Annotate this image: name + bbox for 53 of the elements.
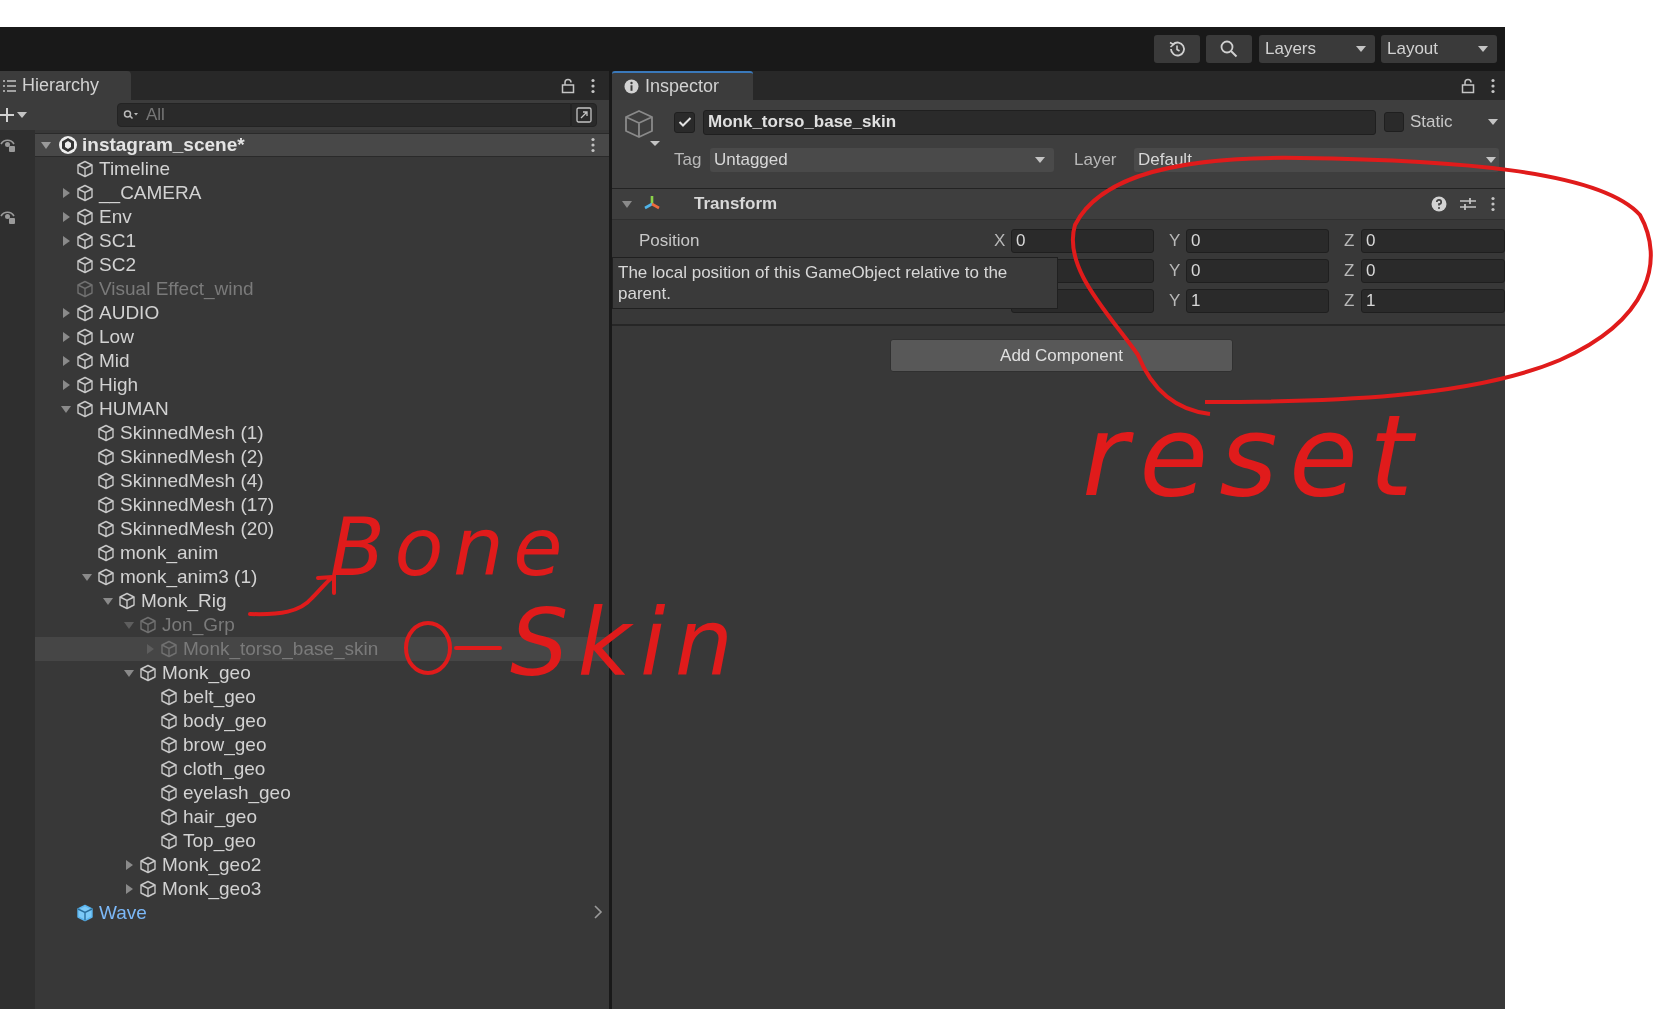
hierarchy-item[interactable]: SC1 xyxy=(35,229,609,253)
hierarchy-item[interactable]: hair_geo xyxy=(35,805,609,829)
hierarchy-item[interactable]: body_geo xyxy=(35,709,609,733)
number-field[interactable]: 0 xyxy=(1186,259,1329,283)
scene-row[interactable]: instagram_scene* xyxy=(35,133,609,157)
hierarchy-item[interactable]: AUDIO xyxy=(35,301,609,325)
hierarchy-item[interactable]: SkinnedMesh (4) xyxy=(35,469,609,493)
hierarchy-item[interactable]: eyelash_geo xyxy=(35,781,609,805)
number-field[interactable]: 1 xyxy=(1361,289,1505,313)
axis-label: Z xyxy=(1344,230,1356,253)
hierarchy-item[interactable]: HUMAN xyxy=(35,397,609,421)
number-field[interactable]: 0 xyxy=(1011,229,1154,253)
layer-label: Layer xyxy=(1074,149,1118,172)
inspector-tab[interactable]: Inspector xyxy=(612,71,753,100)
number-field[interactable]: 0 xyxy=(1361,229,1505,253)
hierarchy-item[interactable]: Top_geo xyxy=(35,829,609,853)
toolbar-dropdown[interactable]: Layers xyxy=(1259,35,1375,63)
number-field[interactable]: 0 xyxy=(1361,259,1505,283)
hierarchy-item[interactable]: __CAMERA xyxy=(35,181,609,205)
hierarchy-item[interactable]: cloth_geo xyxy=(35,757,609,781)
tag-dropdown[interactable]: Untagged xyxy=(710,148,1054,172)
number-field[interactable]: 1 xyxy=(1186,289,1329,313)
hierarchy-item[interactable]: High xyxy=(35,373,609,397)
hierarchy-item[interactable]: Mid xyxy=(35,349,609,373)
hierarchy-item[interactable]: Env xyxy=(35,205,609,229)
hierarchy-item[interactable]: Wave xyxy=(35,901,609,925)
hierarchy-item[interactable]: Low xyxy=(35,325,609,349)
field-label: Position xyxy=(639,231,700,251)
number-field[interactable]: 0 xyxy=(1186,229,1329,253)
static-label: Static xyxy=(1410,111,1453,134)
hierarchy-item[interactable]: Monk_geo3 xyxy=(35,877,609,901)
hierarchy-item[interactable]: Timeline xyxy=(35,157,609,181)
handwritten-note: reset xyxy=(1082,400,1425,512)
hierarchy-item[interactable]: brow_geo xyxy=(35,733,609,757)
search-field[interactable]: All xyxy=(117,103,571,127)
hierarchy-item[interactable]: SkinnedMesh (2) xyxy=(35,445,609,469)
add-component-button[interactable]: Add Component xyxy=(890,339,1233,372)
axis-label: Z xyxy=(1344,260,1356,283)
tooltip: The local position of this GameObject relative to the parent. xyxy=(612,257,1058,309)
hierarchy-item[interactable]: SC2 xyxy=(35,253,609,277)
axis-label: Y xyxy=(1169,230,1182,253)
toolbar-dropdown[interactable]: Layout xyxy=(1381,35,1497,63)
hierarchy-item[interactable]: SkinnedMesh (1) xyxy=(35,421,609,445)
axis-label: Y xyxy=(1169,290,1182,313)
hierarchy-item[interactable]: Monk_geo2 xyxy=(35,853,609,877)
name-field[interactable]: Monk_torso_base_skin xyxy=(703,109,1376,135)
scene-name: instagram_scene* xyxy=(82,132,245,157)
axis-label: X xyxy=(994,230,1007,253)
component-header[interactable]: Transform xyxy=(612,189,1505,220)
axis-label: Y xyxy=(1169,260,1182,283)
tag-label: Tag xyxy=(674,149,703,172)
axis-label: Z xyxy=(1344,290,1356,313)
hierarchy-tab[interactable]: Hierarchy xyxy=(0,71,131,100)
